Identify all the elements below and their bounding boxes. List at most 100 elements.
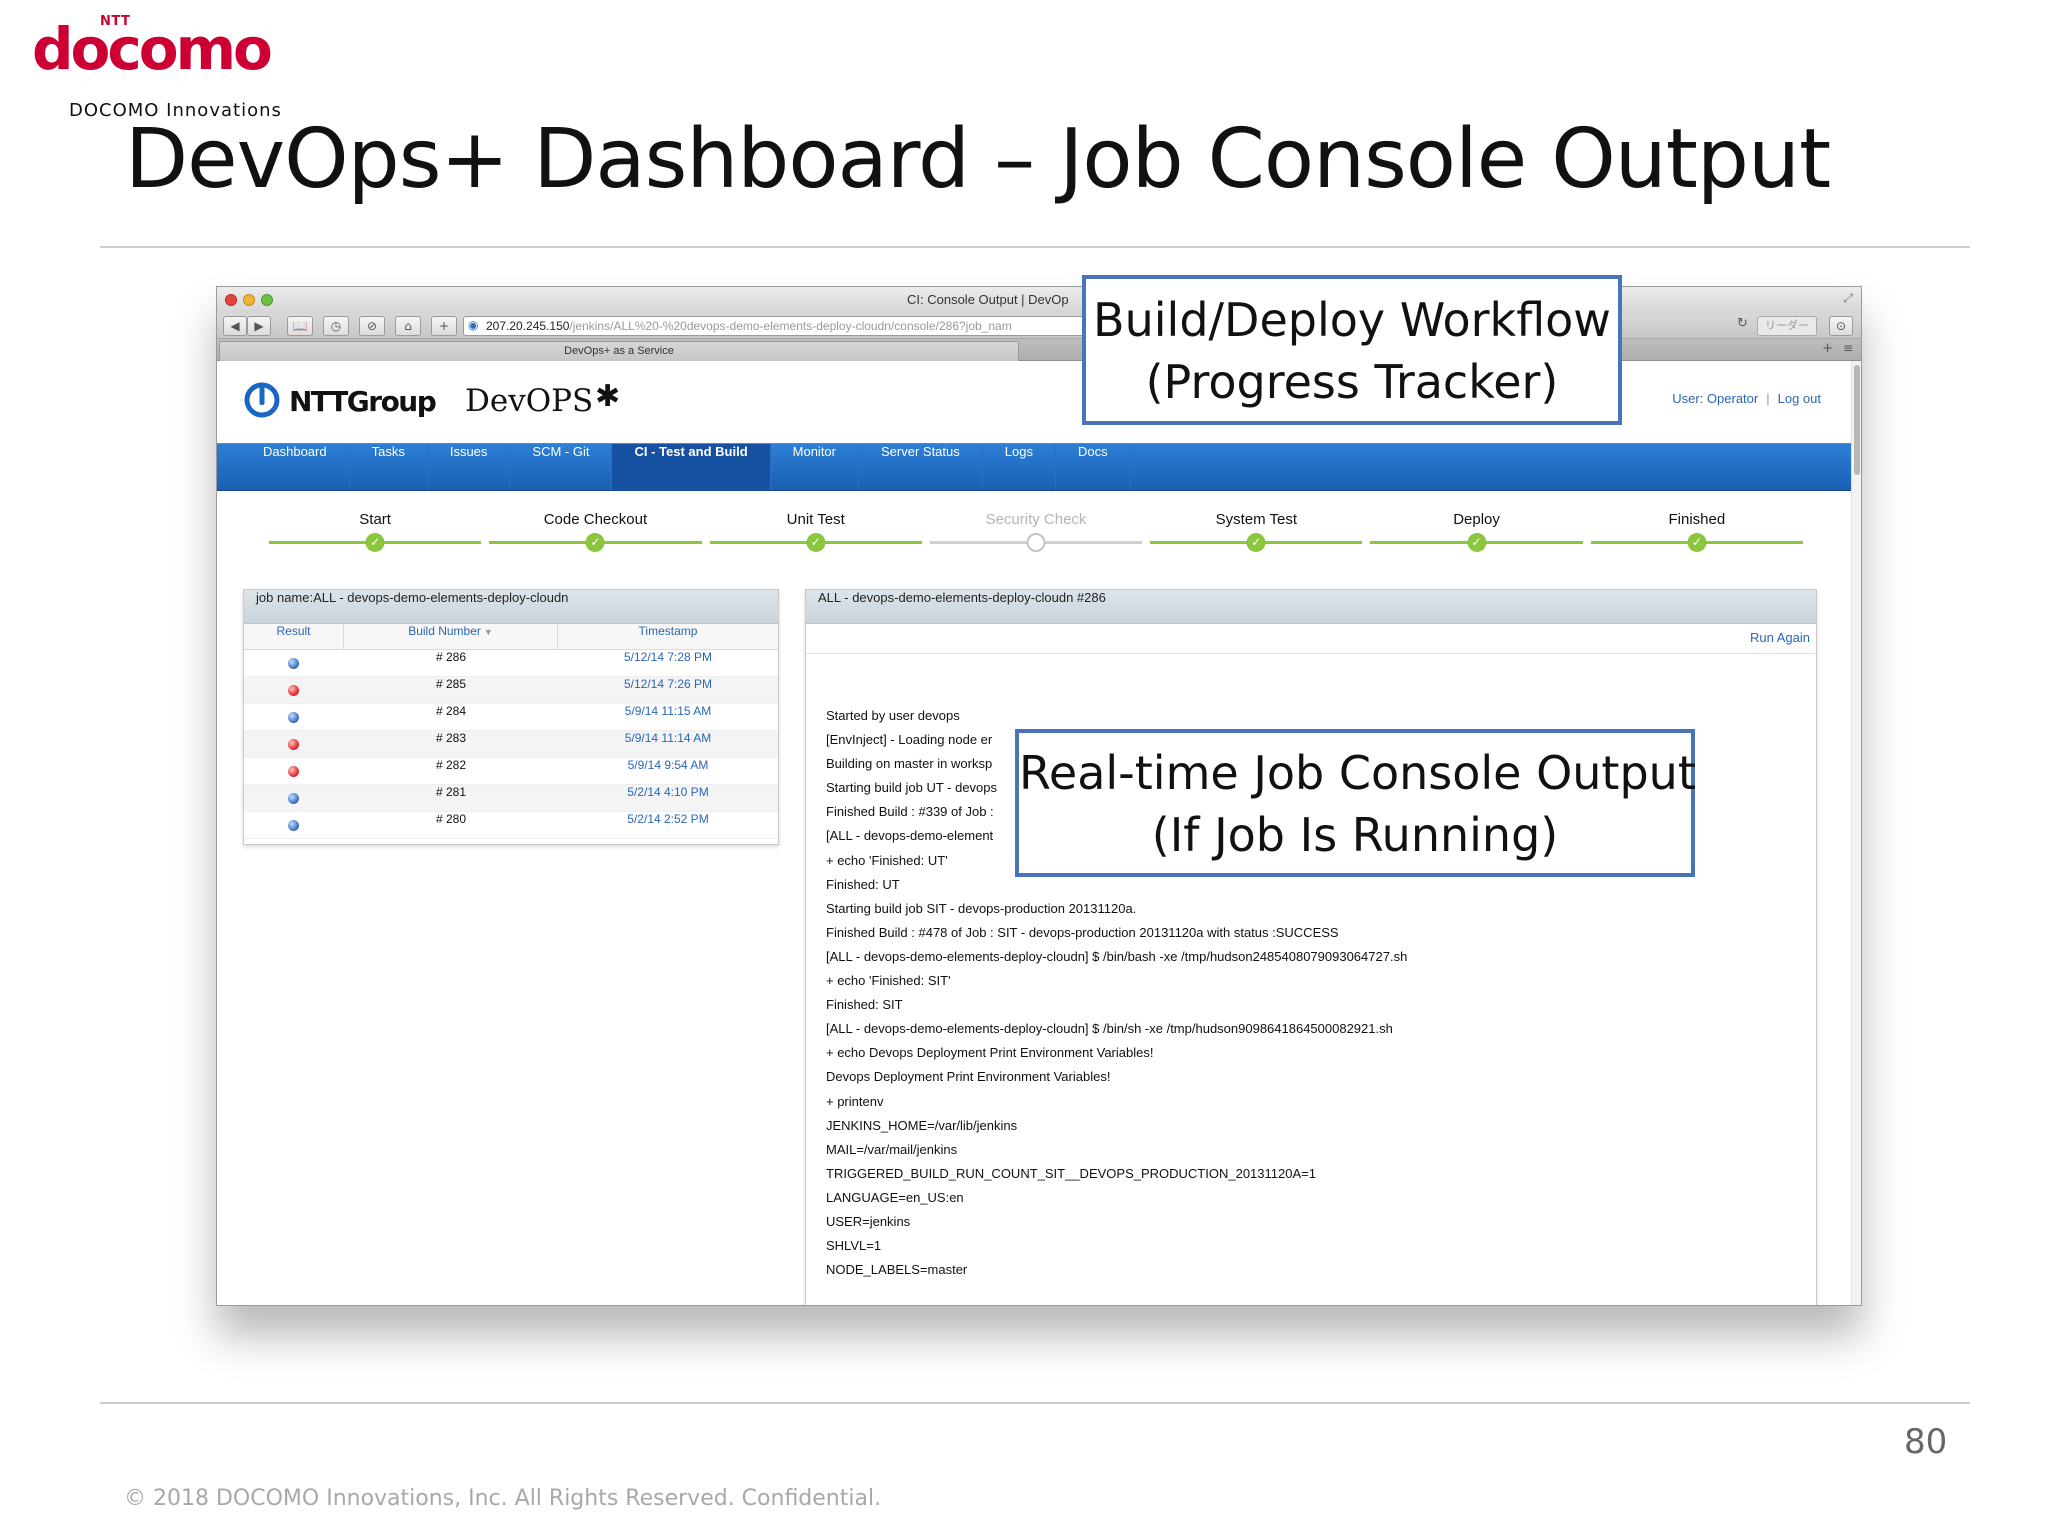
console-log-line: + echo Devops Deployment Print Environme…: [826, 1045, 1154, 1061]
result-cell: [244, 704, 344, 730]
bookmarks-icon[interactable]: 📖: [287, 316, 313, 336]
stage-complete-check-icon[interactable]: ✓: [1246, 533, 1266, 552]
table-row[interactable]: # 281 5/2/14 4:10 PM: [244, 785, 778, 812]
timestamp-link[interactable]: 5/9/14 11:15 AM: [558, 704, 778, 730]
nav-item-tasks[interactable]: Tasks: [350, 444, 428, 490]
build-number-cell[interactable]: # 281: [344, 785, 558, 811]
user-operator-link[interactable]: User: Operator: [1672, 391, 1758, 406]
table-row[interactable]: # 282 5/9/14 9:54 AM: [244, 758, 778, 785]
callout-workflow-line2: (Progress Tracker): [1145, 355, 1559, 409]
share-icon[interactable]: ⊘: [359, 316, 385, 336]
console-log-line: USER=jenkins: [826, 1213, 911, 1229]
timestamp-link[interactable]: 5/12/14 7:28 PM: [558, 650, 778, 676]
status-failed-icon: [288, 766, 299, 777]
stage-label: Code Checkout: [543, 511, 648, 528]
result-cell: [244, 650, 344, 676]
logo-wordmark: docomo: [32, 15, 273, 83]
status-success-icon: [288, 712, 299, 723]
table-row[interactable]: # 283 5/9/14 11:14 AM: [244, 731, 778, 758]
nav-item-logs[interactable]: Logs: [983, 444, 1056, 490]
run-again-link[interactable]: Run Again: [1750, 630, 1810, 645]
stage-label: Finished: [1668, 511, 1726, 528]
build-number-cell[interactable]: # 286: [344, 650, 558, 676]
col-build-number-label: Build Number: [408, 624, 481, 638]
status-failed-icon: [288, 685, 299, 696]
nav-item-ci-test-and-build[interactable]: CI - Test and Build: [612, 444, 771, 490]
page-scrollbar[interactable]: [1851, 361, 1861, 1305]
browser-tab-devops[interactable]: DevOps+ as a Service: [219, 341, 1019, 361]
console-log-line: TRIGGERED_BUILD_RUN_COUNT_SIT__DEVOPS_PR…: [826, 1165, 1316, 1181]
logout-link[interactable]: Log out: [1778, 391, 1821, 406]
build-number-cell[interactable]: # 285: [344, 677, 558, 703]
history-icon[interactable]: ◷: [323, 316, 349, 336]
timestamp-link[interactable]: 5/12/14 7:26 PM: [558, 677, 778, 703]
col-build-number-header[interactable]: Build Number ▼: [344, 624, 558, 649]
col-timestamp-header[interactable]: Timestamp: [558, 624, 778, 649]
stage-label: System Test: [1215, 511, 1297, 528]
tab-list-icon[interactable]: ≡: [1843, 341, 1853, 355]
result-cell: [244, 812, 344, 838]
close-window-button[interactable]: [225, 294, 237, 306]
stage-pending-circle-icon[interactable]: [1026, 533, 1046, 552]
timestamp-link[interactable]: 5/9/14 9:54 AM: [558, 758, 778, 784]
col-result-header[interactable]: Result: [244, 624, 344, 649]
console-log-line: SHLVL=1: [826, 1238, 882, 1254]
build-number-cell[interactable]: # 280: [344, 812, 558, 838]
console-log-line: JENKINS_HOME=/var/lib/jenkins: [826, 1117, 1018, 1133]
console-action-bar: [806, 624, 1816, 654]
nav-item-monitor[interactable]: Monitor: [771, 444, 859, 490]
console-log-line: LANGUAGE=en_US:en: [826, 1189, 964, 1205]
main-nav: Dashboard Tasks Issues SCM - Git CI - Test a…: [217, 443, 1861, 491]
timestamp-link[interactable]: 5/9/14 11:14 AM: [558, 731, 778, 757]
reader-button[interactable]: リーダー: [1757, 316, 1817, 336]
site-info-icon: ◉: [468, 318, 479, 332]
ntt-ring-icon: [244, 382, 280, 418]
add-bookmark-button[interactable]: +: [431, 316, 457, 336]
brand-product-name: DevOPS: [465, 383, 594, 419]
slide-title: DevOps+ Dashboard – Job Console Output: [125, 112, 1831, 207]
build-history-panel: job name:ALL - devops-demo-elements-depl…: [243, 589, 779, 845]
history-panel-title: job name:ALL - devops-demo-elements-depl…: [244, 590, 778, 624]
callout-workflow-line1: Build/Deploy Workflow: [1093, 293, 1611, 347]
nav-item-issues[interactable]: Issues: [428, 444, 511, 490]
result-cell: [244, 785, 344, 811]
nav-item-docs[interactable]: Docs: [1056, 444, 1131, 490]
minimize-window-button[interactable]: [243, 294, 255, 306]
downloads-icon[interactable]: ⊙: [1829, 316, 1853, 336]
table-row[interactable]: # 286 5/12/14 7:28 PM: [244, 650, 778, 677]
stage-complete-check-icon[interactable]: ✓: [1687, 533, 1707, 552]
home-icon[interactable]: ⌂: [395, 316, 421, 336]
console-output-panel: ALL - devops-demo-elements-deploy-cloudn…: [805, 589, 1817, 1305]
build-number-cell[interactable]: # 283: [344, 731, 558, 757]
build-number-cell[interactable]: # 284: [344, 704, 558, 730]
url-host: 207.20.245.150: [486, 319, 570, 333]
nav-item-server-status[interactable]: Server Status: [859, 444, 983, 490]
stage-complete-check-icon[interactable]: ✓: [1467, 533, 1487, 552]
fullscreen-icon[interactable]: ⤢: [1843, 291, 1853, 306]
result-cell: [244, 731, 344, 757]
back-button[interactable]: ◀: [223, 316, 247, 336]
user-link-separator: |: [1766, 391, 1770, 406]
stage-label: Security Check: [985, 511, 1087, 528]
nav-item-dashboard[interactable]: Dashboard: [241, 444, 350, 490]
scrollbar-thumb[interactable]: [1854, 365, 1860, 475]
reload-icon[interactable]: ↻: [1737, 316, 1748, 331]
nav-item-scm-git[interactable]: SCM - Git: [510, 444, 613, 490]
build-number-cell[interactable]: # 282: [344, 758, 558, 784]
table-row[interactable]: # 285 5/12/14 7:26 PM: [244, 677, 778, 704]
new-tab-button[interactable]: +: [1822, 341, 1833, 356]
timestamp-link[interactable]: 5/2/14 4:10 PM: [558, 785, 778, 811]
zoom-window-button[interactable]: [261, 294, 273, 306]
stage-complete-check-icon[interactable]: ✓: [585, 533, 605, 552]
console-log-line: NODE_LABELS=master: [826, 1262, 968, 1278]
url-path: /jenkins/ALL%20-%20devops-demo-elements-…: [569, 319, 1012, 333]
table-row[interactable]: # 284 5/9/14 11:15 AM: [244, 704, 778, 731]
top-divider: [100, 246, 1970, 248]
stage-complete-check-icon[interactable]: ✓: [806, 533, 826, 552]
timestamp-link[interactable]: 5/2/14 2:52 PM: [558, 812, 778, 838]
progress-tracker: Start ✓ Code Checkout ✓ Unit Test ✓ Security C…: [265, 511, 1807, 571]
table-row[interactable]: # 280 5/2/14 2:52 PM: [244, 812, 778, 839]
forward-button[interactable]: ▶: [247, 316, 271, 336]
status-success-icon: [288, 658, 299, 669]
stage-complete-check-icon[interactable]: ✓: [365, 533, 385, 552]
